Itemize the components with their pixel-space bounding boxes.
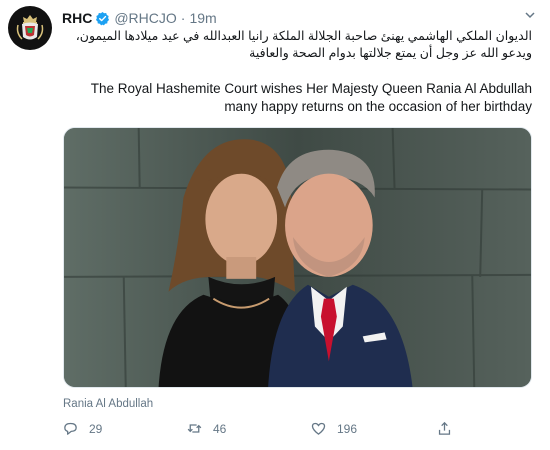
separator-dot: · [180, 10, 186, 26]
author-name[interactable]: RHC [62, 10, 92, 26]
tweet-text-english: The Royal Hashemite Court wishes Her Maj… [60, 80, 532, 116]
tweet-card[interactable]: RHC @RHCJO · 19m الديوان الملكي الهاشمي … [0, 0, 550, 450]
tweet-text-english-line2: many happy returns on the occasion of he… [224, 99, 532, 114]
media-tag[interactable]: Rania Al Abdullah [63, 398, 153, 410]
avatar[interactable] [8, 6, 52, 50]
retweet-button[interactable]: 46 [186, 420, 226, 437]
retweet-icon [187, 424, 202, 433]
author-handle[interactable]: @RHCJO [114, 10, 176, 26]
verified-badge-icon [96, 11, 110, 25]
like-count: 196 [337, 421, 358, 436]
reply-count: 29 [89, 421, 103, 436]
tweet-photo[interactable] [63, 127, 532, 388]
heart-icon [311, 422, 326, 435]
tweet-text-arabic: الديوان الملكي الهاشمي يهنئ صاحبة الجلال… [75, 29, 532, 60]
tweet-text-english-line1: The Royal Hashemite Court wishes Her Maj… [90, 81, 532, 96]
photo-image [64, 128, 531, 387]
like-button[interactable]: 196 [310, 420, 357, 437]
timestamp[interactable]: 19m [189, 10, 216, 26]
tweet-header: RHC @RHCJO · 19m [62, 9, 217, 27]
retweet-count: 46 [213, 421, 227, 436]
share-button[interactable] [436, 420, 453, 437]
reply-button[interactable]: 29 [62, 420, 102, 437]
share-icon [438, 421, 451, 435]
tweet-actions: 29 46 196 [62, 420, 462, 442]
reply-icon [64, 422, 77, 435]
chevron-down-icon[interactable] [524, 9, 536, 21]
royal-crest-icon [13, 11, 47, 45]
